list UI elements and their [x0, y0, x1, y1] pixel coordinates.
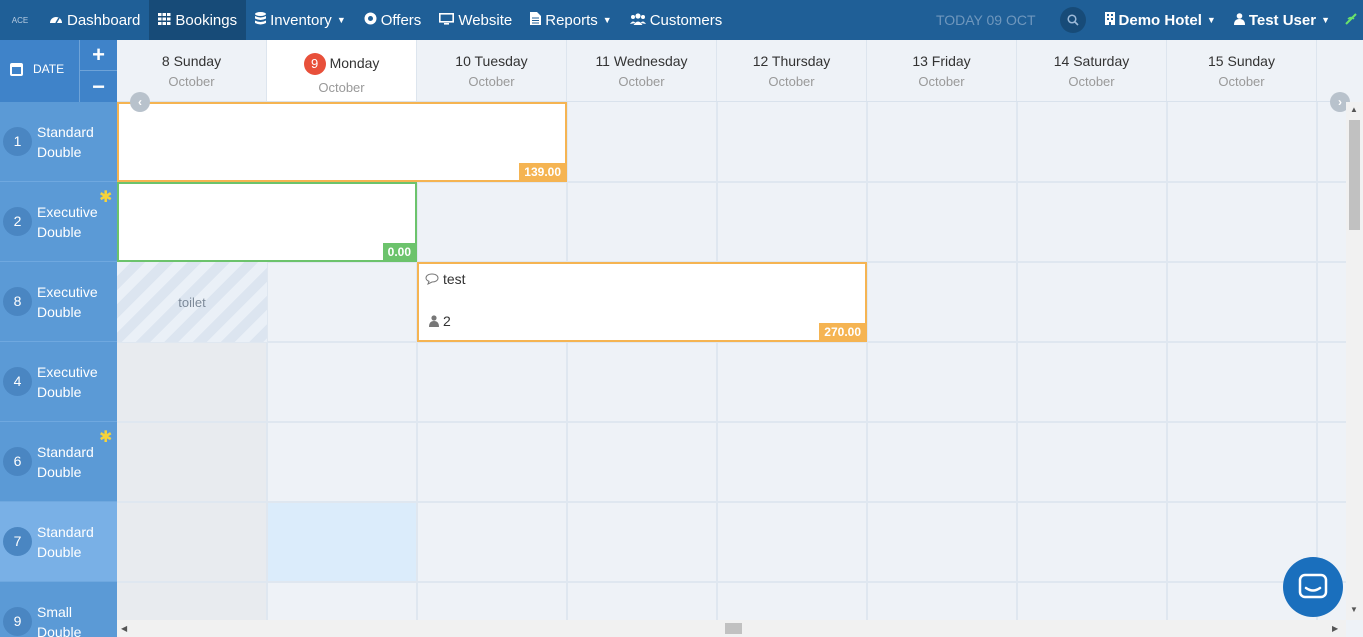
chevron-down-icon: ▼ — [1321, 15, 1330, 25]
room-number: 4 — [3, 367, 32, 396]
monitor-icon — [439, 12, 455, 28]
day-header[interactable]: 15 Sunday October — [1167, 40, 1317, 101]
room-row[interactable]: 6 Standard Double ✱ — [0, 422, 117, 502]
chevron-down-icon: ▼ — [1206, 15, 1216, 25]
hotel-name: Demo Hotel — [1118, 11, 1202, 29]
date-header: DATE + − — [0, 40, 117, 102]
date-label: DATE — [33, 62, 65, 76]
app-logo[interactable]: ACE — [0, 16, 40, 25]
selected-cell[interactable] — [267, 502, 417, 582]
grid-icon — [158, 12, 171, 28]
room-row-selected[interactable]: 7 Standard Double — [0, 502, 117, 582]
room-number: 8 — [3, 287, 32, 316]
nav-dashboard-label: Dashboard — [67, 11, 141, 29]
vertical-scrollbar[interactable]: ▲ ▼ — [1346, 102, 1363, 620]
chevron-left-icon: ‹ — [138, 95, 142, 109]
room-number: 6 — [3, 447, 32, 476]
day-header-today[interactable]: 9 Monday October — [267, 40, 417, 101]
day-header[interactable]: 11 Wednesday October — [567, 40, 717, 101]
booking-note: test — [443, 271, 466, 287]
zoom-out-button[interactable]: − — [79, 71, 117, 102]
nav-inventory-label: Inventory — [270, 11, 332, 29]
scrollbar-thumb[interactable] — [725, 623, 742, 634]
booking-price: 0.00 — [382, 243, 415, 260]
nav-inventory[interactable]: Inventory ▼ — [246, 0, 355, 40]
horizontal-scrollbar[interactable]: ◀ ▶ — [117, 620, 1346, 637]
nav-reports[interactable]: Reports ▼ — [521, 0, 620, 40]
today-badge: 9 — [303, 53, 326, 75]
star-icon: ✱ — [99, 189, 113, 206]
users-icon — [629, 12, 646, 28]
nav-reports-label: Reports — [545, 11, 598, 29]
room-row[interactable]: 2 Executive Double ✱ — [0, 182, 117, 262]
prev-week-button[interactable]: ‹ — [130, 92, 150, 112]
scroll-up-icon[interactable]: ▲ — [1350, 105, 1358, 114]
badge-icon — [364, 12, 377, 28]
room-number: 7 — [3, 527, 32, 556]
user-icon — [429, 315, 439, 327]
chat-icon — [1298, 573, 1328, 599]
scrollbar-thumb[interactable] — [1349, 120, 1360, 230]
booking-grid[interactable]: toilet 139.00 0.00 test 2 270.00 — [117, 102, 1346, 620]
booking-block[interactable]: test 2 270.00 — [417, 262, 867, 342]
dashboard-icon — [49, 13, 63, 28]
zoom-in-button[interactable]: + — [79, 40, 117, 71]
search-button[interactable] — [1059, 7, 1086, 33]
room-row[interactable]: 8 Executive Double — [0, 262, 117, 342]
room-row[interactable]: 4 Executive Double — [0, 342, 117, 422]
room-list: 1 Standard Double 2 Executive Double ✱ 8 E… — [0, 102, 117, 637]
nav-website[interactable]: Website — [430, 0, 521, 40]
chevron-right-icon: › — [1338, 95, 1342, 109]
date-picker[interactable]: DATE — [10, 62, 64, 76]
today-indicator[interactable]: TODAY 09 OCT — [936, 12, 1036, 28]
booking-block[interactable]: 139.00 — [117, 102, 567, 182]
blocked-reason: toilet — [178, 294, 206, 310]
room-row[interactable]: 9 Small Double — [0, 582, 117, 637]
user-menu[interactable]: Test User ▼ — [1225, 0, 1339, 40]
top-navbar: ACE Dashboard Bookings Inventory ▼ Offer… — [0, 0, 1363, 40]
room-number: 2 — [3, 207, 32, 236]
booking-block[interactable]: 0.00 — [117, 182, 417, 262]
nav-bookings[interactable]: Bookings — [149, 0, 247, 40]
nav-customers-label: Customers — [649, 11, 723, 29]
booking-price: 139.00 — [519, 163, 565, 180]
building-icon — [1104, 12, 1115, 28]
chevron-down-icon: ▼ — [602, 15, 612, 25]
star-icon: ✱ — [99, 429, 113, 446]
scroll-down-icon[interactable]: ▼ — [1350, 605, 1358, 614]
scroll-right-icon[interactable]: ▶ — [1332, 624, 1338, 633]
room-row[interactable]: 1 Standard Double — [0, 102, 117, 182]
nav-dashboard[interactable]: Dashboard — [40, 0, 149, 40]
nav-website-label: Website — [458, 11, 513, 29]
file-icon — [530, 12, 542, 28]
day-header[interactable]: 14 Saturday October — [1017, 40, 1167, 101]
scroll-left-icon[interactable]: ◀ — [121, 624, 127, 633]
past-day-column — [117, 342, 267, 620]
guest-count: 2 — [443, 313, 451, 329]
day-header[interactable]: 12 Thursday October — [717, 40, 867, 101]
nav-customers[interactable]: Customers — [621, 0, 732, 40]
database-icon — [255, 12, 267, 28]
booking-price: 270.00 — [819, 323, 865, 340]
nav-offers-label: Offers — [380, 11, 422, 29]
room-number: 1 — [3, 127, 32, 156]
day-header[interactable]: 13 Friday October — [867, 40, 1017, 101]
room-number: 9 — [3, 607, 32, 636]
nav-bookings-label: Bookings — [175, 11, 238, 29]
calendar-icon — [10, 62, 23, 76]
hotel-selector[interactable]: Demo Hotel ▼ — [1096, 0, 1225, 40]
user-name: Test User — [1248, 11, 1317, 29]
day-headers: 8 Sunday October 9 Monday October 10 Tues… — [117, 40, 1346, 102]
connection-status-icon — [1339, 12, 1363, 28]
chevron-down-icon: ▼ — [336, 15, 346, 25]
chat-launcher-button[interactable] — [1283, 557, 1343, 617]
day-header[interactable]: 10 Tuesday October — [417, 40, 567, 101]
nav-offers[interactable]: Offers — [355, 0, 431, 40]
search-icon — [1066, 14, 1079, 26]
comment-icon — [425, 273, 439, 285]
blocked-cell[interactable]: toilet — [117, 262, 267, 342]
user-icon — [1233, 12, 1245, 28]
